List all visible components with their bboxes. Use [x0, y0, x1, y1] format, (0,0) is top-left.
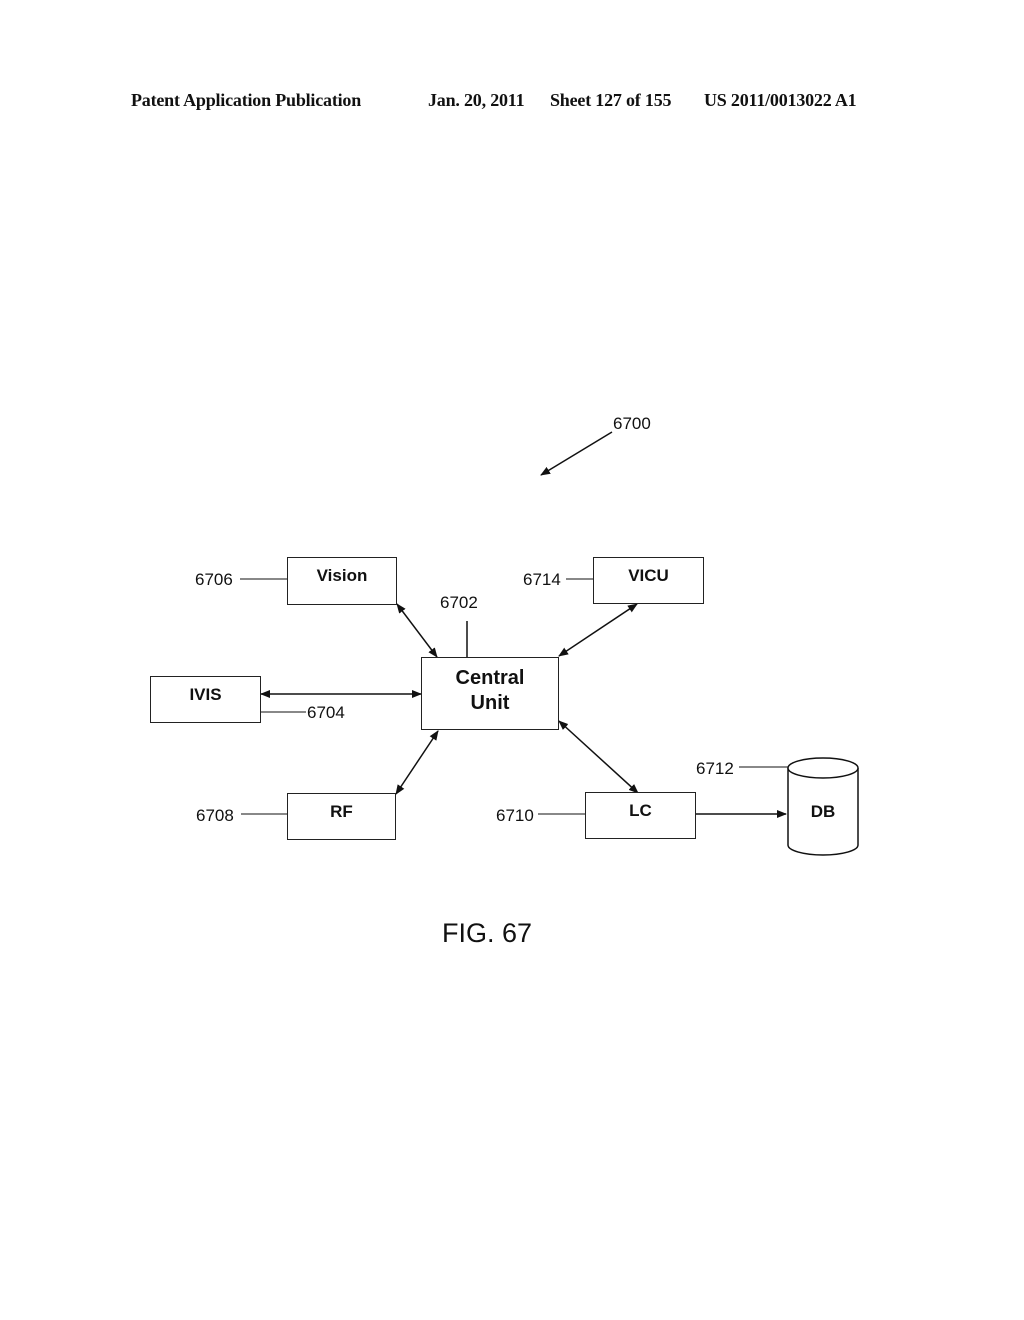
vicu-label: VICU [628, 566, 669, 585]
system-pointer-arrow [540, 431, 613, 476]
edge-vision-central [396, 603, 438, 658]
ivis-box: IVIS [150, 676, 261, 723]
edge-rf-central [395, 730, 439, 795]
central-label-line1: Central [455, 667, 525, 689]
ref-6712: 6712 [696, 759, 734, 778]
figure-caption: FIG. 67 [442, 918, 533, 948]
lc-box: LC [585, 792, 696, 839]
vision-box: Vision [287, 557, 397, 605]
central-label-line2: Unit [470, 692, 510, 714]
vision-label: Vision [316, 566, 368, 585]
vicu-box: VICU [593, 557, 704, 604]
ref-6706: 6706 [195, 570, 233, 589]
ref-6708: 6708 [196, 806, 234, 825]
edge-lc-central [558, 720, 639, 794]
ref-6710: 6710 [496, 806, 534, 825]
ref-6702: 6702 [440, 593, 478, 612]
ref-6714: 6714 [523, 570, 561, 589]
ref-6700: 6700 [613, 414, 651, 433]
edge-vicu-central [558, 603, 638, 657]
ivis-label: IVIS [189, 685, 222, 704]
rf-box: RF [287, 793, 396, 840]
ref-6704: 6704 [307, 703, 345, 722]
db-label: DB [810, 802, 836, 821]
lc-label: LC [629, 801, 652, 820]
rf-label: RF [330, 802, 353, 821]
central-unit-box: Central Unit [421, 657, 559, 730]
